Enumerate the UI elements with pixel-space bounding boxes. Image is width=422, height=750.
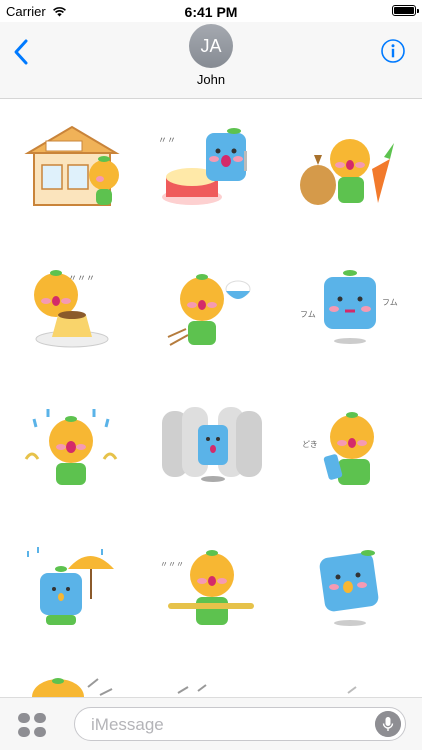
status-bar: Carrier 6:41 PM xyxy=(0,0,422,22)
info-icon[interactable] xyxy=(381,39,405,63)
flute-sticker-icon[interactable]: 〃〃〃 xyxy=(158,539,264,639)
back-chevron-icon[interactable] xyxy=(10,36,34,68)
phone-sticker-icon[interactable]: どき xyxy=(298,399,404,499)
svg-text:フム: フム xyxy=(382,298,398,307)
avatar-initials: JA xyxy=(200,35,222,56)
compose-bar xyxy=(0,697,422,750)
message-field[interactable] xyxy=(74,707,406,741)
vegetables-sticker-icon[interactable] xyxy=(298,119,404,219)
battery-icon xyxy=(392,5,419,16)
house-sticker-icon[interactable] xyxy=(18,119,124,219)
message-input[interactable] xyxy=(89,713,363,737)
rice-sticker-icon[interactable] xyxy=(158,259,264,359)
partial-sticker-icon[interactable] xyxy=(298,675,404,697)
svg-text:フム: フム xyxy=(300,310,316,319)
ghosts-sticker-icon[interactable] xyxy=(158,399,264,499)
svg-text:〃〃: 〃〃 xyxy=(158,136,176,146)
microphone-icon[interactable] xyxy=(375,711,401,737)
status-time: 6:41 PM xyxy=(184,4,238,20)
partial-sticker-icon[interactable] xyxy=(18,675,124,697)
svg-text:どき: どき xyxy=(302,440,318,449)
svg-text:〃〃〃: 〃〃〃 xyxy=(160,560,184,569)
app-drawer-icon[interactable] xyxy=(16,711,48,739)
blue-cube-crying-sticker-icon[interactable] xyxy=(298,539,404,639)
conversation-header: JA John xyxy=(0,22,422,99)
cake-sticker-icon[interactable]: 〃〃 xyxy=(158,119,264,219)
pudding-sticker-icon[interactable]: 〃〃〃 xyxy=(18,259,124,359)
partial-sticker-icon[interactable] xyxy=(158,675,264,697)
umbrella-sticker-icon[interactable] xyxy=(18,539,124,639)
sticker-grid: 〃〃 〃〃〃 フム フム どき 〃〃〃 xyxy=(0,99,422,697)
contact-name[interactable]: John xyxy=(0,72,422,87)
crying-sticker-icon[interactable] xyxy=(18,399,124,499)
blue-cube-sticker-icon[interactable]: フム フム xyxy=(298,259,404,359)
contact-avatar[interactable]: JA xyxy=(189,24,233,68)
